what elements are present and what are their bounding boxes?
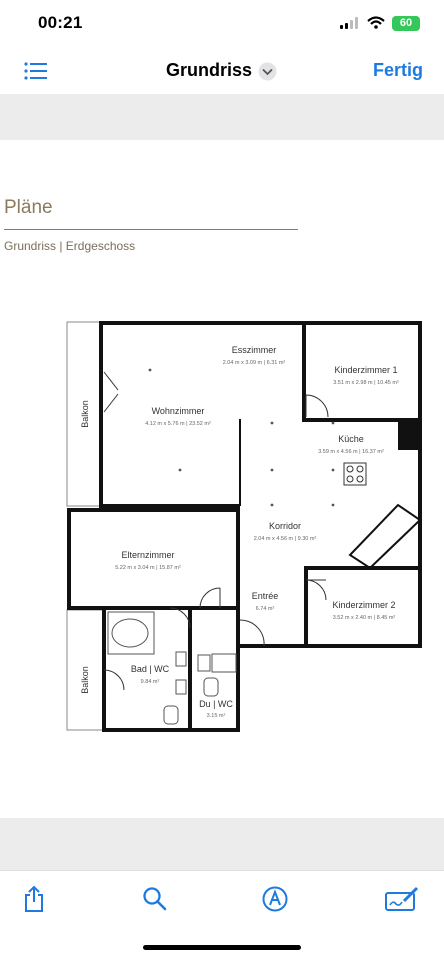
room-label-elternzimmer: Elternzimmer xyxy=(121,550,174,560)
room-label-kueche: Küche xyxy=(338,434,364,444)
kitchen-counter xyxy=(348,503,422,570)
document-subheading: Grundriss | Erdgeschoss xyxy=(4,239,136,253)
page-separator-bottom xyxy=(0,818,444,870)
battery-indicator: 60 xyxy=(392,16,420,31)
balcony-label-upper: Balkon xyxy=(80,400,90,428)
floor-plan: Esszimmer 2.04 m x 3.09 m | 6.31 m² Kind… xyxy=(66,321,422,732)
room-label-kinderzimmer-1: Kinderzimmer 1 xyxy=(334,365,397,375)
balcony-label-lower: Balkon xyxy=(80,666,90,694)
room-label-esszimmer: Esszimmer xyxy=(232,345,277,355)
cellular-signal-icon xyxy=(340,17,358,29)
room-dims-kueche: 3.59 m x 4.56 m | 16.37 m² xyxy=(318,449,384,455)
room-label-du-wc: Du | WC xyxy=(199,699,233,709)
room-dims-esszimmer: 2.04 m x 3.09 m | 6.31 m² xyxy=(223,360,286,366)
document-heading: Pläne xyxy=(4,197,53,218)
room-label-entree: Entrée xyxy=(252,591,279,601)
room-label-korridor: Korridor xyxy=(269,521,301,531)
ceiling-lights xyxy=(148,368,335,507)
chevron-down-icon[interactable] xyxy=(258,62,277,81)
signature-icon[interactable] xyxy=(384,886,420,912)
status-time: 00:21 xyxy=(38,13,83,32)
room-dims-elternzimmer: 5.22 m x 3.04 m | 15.87 m² xyxy=(115,565,181,571)
page-separator-top xyxy=(0,94,444,140)
heading-divider xyxy=(4,229,298,230)
markup-icon[interactable] xyxy=(262,886,288,912)
nav-title[interactable]: Grundriss xyxy=(166,60,252,81)
share-icon[interactable] xyxy=(23,885,45,913)
done-button[interactable]: Fertig xyxy=(373,60,423,81)
home-indicator xyxy=(143,945,301,950)
room-label-bad-wc: Bad | WC xyxy=(131,664,170,674)
room-dims-wohnzimmer: 4.12 m x 5.76 m | 23.52 m² xyxy=(145,421,211,427)
room-dims-du-wc: 3.15 m² xyxy=(207,713,226,719)
kitchen-column xyxy=(398,422,420,450)
room-dims-kinderzimmer-2: 3.52 m x 2.40 m | 8.45 m² xyxy=(333,615,396,621)
room-label-wohnzimmer: Wohnzimmer xyxy=(152,406,205,416)
room-label-kinderzimmer-2: Kinderzimmer 2 xyxy=(332,600,395,610)
room-dims-entree: 6.74 m² xyxy=(256,606,275,612)
search-icon[interactable] xyxy=(142,886,168,912)
door-swings xyxy=(103,371,329,691)
kitchen-cooktop xyxy=(343,462,367,486)
status-bar: 00:21 60 xyxy=(0,0,444,50)
room-dims-bad-wc: 9.84 m² xyxy=(141,679,160,685)
room-dims-korridor: 2.04 m x 4.56 m | 9.30 m² xyxy=(254,536,317,542)
wifi-icon xyxy=(367,16,385,29)
list-icon[interactable] xyxy=(24,62,48,80)
room-dims-kinderzimmer-1: 3.51 m x 2.98 m | 10.45 m² xyxy=(333,380,399,386)
